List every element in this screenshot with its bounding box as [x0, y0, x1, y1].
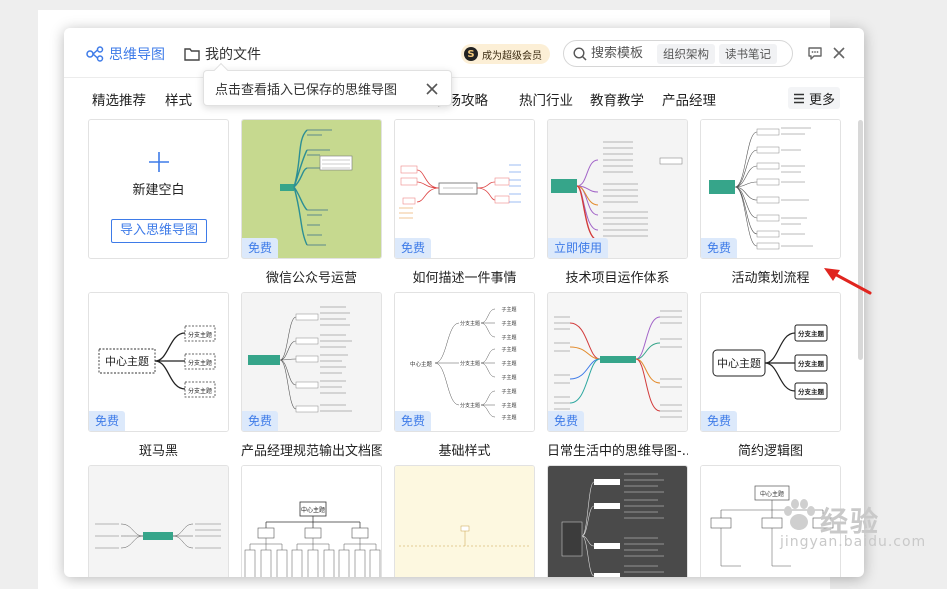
free-badge: 免费	[242, 238, 279, 258]
vip-badge-icon: S	[464, 47, 478, 61]
more-label: 更多	[808, 92, 835, 108]
template-card-zebra[interactable]: 中心主题 分支主题 分支主题 分支主题 免费	[88, 292, 229, 432]
thumb-sub-topic: 子主题	[501, 414, 516, 421]
category-industry[interactable]: 热门行业	[519, 89, 573, 109]
thumb-branch-topic: 分支主题	[188, 331, 212, 339]
template-title-simple-logic: 简约逻辑图	[737, 444, 803, 459]
template-card-row3-1[interactable]	[88, 465, 229, 577]
template-card-row3-2[interactable]: 中心主题	[241, 465, 382, 577]
watermark-url: jingyan.baidu.com	[780, 534, 927, 550]
paw-icon	[784, 499, 815, 530]
search-tag-reading[interactable]: 读书笔记	[719, 43, 777, 64]
thumb-sub-topic: 子主题	[501, 374, 516, 381]
thumb-sub-topic: 子主题	[501, 320, 516, 327]
thumbnail-row3-3	[395, 466, 534, 577]
template-card-describe[interactable]: 免费	[394, 119, 535, 259]
thumb-branch-topic: 分支主题	[460, 320, 480, 327]
template-card-simple-logic[interactable]: 中心主题 分支主题 分支主题 分支主题 免费	[700, 292, 841, 432]
tab-myfiles-label: 我的文件	[205, 47, 261, 63]
feedback-icon[interactable]	[806, 44, 824, 62]
tab-myfiles[interactable]: 我的文件	[184, 44, 261, 64]
template-title-tech-project: 技术项目运作体系	[565, 271, 670, 286]
new-blank-card[interactable]: 新建空白 导入思维导图	[88, 119, 229, 259]
mindmap-icon	[86, 46, 104, 62]
plus-icon	[149, 152, 169, 172]
template-title-basic: 基础样式	[438, 444, 491, 459]
free-badge: 免费	[548, 411, 585, 431]
search-box[interactable]: 组织架构 读书笔记	[563, 40, 793, 67]
template-title-describe: 如何描述一件事情	[412, 271, 517, 286]
tooltip-close-icon[interactable]	[425, 82, 439, 96]
thumb-branch-topic: 分支主题	[188, 359, 212, 367]
thumbnail-row3-1	[89, 466, 228, 577]
template-grid: 新建空白 导入思维导图 免费 免费 立即使用 免费 微信公众号运营 如何描述一件…	[88, 119, 848, 577]
free-badge: 免费	[395, 411, 432, 431]
thumb-branch-topic: 分支主题	[188, 387, 212, 395]
import-mindmap-button[interactable]: 导入思维导图	[111, 219, 207, 243]
template-card-wechat[interactable]: 免费	[241, 119, 382, 259]
tab-mindmap[interactable]: 思维导图	[86, 44, 165, 64]
template-card-event-planning[interactable]: 免费	[700, 119, 841, 259]
mindmap-template-dialog: 思维导图 我的文件 S 成为超级会员 组织架构 读书笔记	[64, 28, 864, 577]
annotation-arrow-icon	[824, 268, 872, 295]
template-card-pm-doc[interactable]: 免费	[241, 292, 382, 432]
thumb-branch-topic: 分支主题	[798, 359, 825, 368]
template-card-row3-3[interactable]	[394, 465, 535, 577]
vip-label: 成为超级会员	[482, 50, 542, 62]
template-card-basic[interactable]: 中心主题 分支主题 分支主题 分支主题 子主题 子主题 子主题 子主题 子主题	[394, 292, 535, 432]
use-now-badge: 立即使用	[548, 238, 609, 258]
category-style[interactable]: 样式	[165, 89, 192, 109]
category-bar: 精选推荐 样式 职场攻略 热门行业 教育教学 产品经理 更多	[64, 78, 864, 118]
thumb-sub-topic: 子主题	[501, 306, 516, 313]
dialog-header: 思维导图 我的文件 S 成为超级会员 组织架构 读书笔记	[64, 28, 864, 78]
new-blank-label: 新建空白	[132, 183, 185, 198]
free-badge: 免费	[701, 411, 738, 431]
thumb-branch-topic: 分支主题	[460, 360, 480, 367]
template-title-wechat: 微信公众号运营	[265, 271, 357, 286]
free-badge: 免费	[242, 411, 279, 431]
search-icon	[573, 46, 587, 61]
close-icon[interactable]	[830, 44, 848, 62]
category-education[interactable]: 教育教学	[590, 89, 644, 109]
thumb-sub-topic: 子主题	[501, 402, 516, 409]
thumb-center-topic: 中心主题	[410, 360, 433, 368]
thumb-branch-topic: 分支主题	[460, 402, 480, 409]
search-input[interactable]	[591, 46, 653, 61]
thumb-sub-topic: 子主题	[501, 388, 516, 395]
more-button[interactable]: 更多	[788, 87, 840, 109]
category-product-manager[interactable]: 产品经理	[662, 89, 716, 109]
thumb-center-topic: 中心主题	[301, 506, 325, 514]
baidu-jingyan-watermark: 经验 jingyan.baidu.com	[780, 498, 925, 560]
template-card-daily-life[interactable]: 免费	[547, 292, 688, 432]
thumb-center-topic: 中心主题	[717, 357, 761, 370]
thumbnail-row3-2: 中心主题	[242, 466, 381, 577]
template-title-zebra: 斑马黑	[138, 444, 178, 459]
menu-icon	[793, 93, 804, 103]
template-title-pm-doc: 产品经理规范输出文档图	[241, 444, 382, 459]
tooltip-text: 点击查看插入已保存的思维导图	[215, 82, 398, 98]
search-tag-org[interactable]: 组织架构	[657, 43, 715, 64]
template-title-daily-life: 日常生活中的思维导图-...	[547, 444, 688, 459]
saved-mindmap-tooltip: 点击查看插入已保存的思维导图	[203, 62, 452, 106]
thumb-branch-topic: 分支主题	[798, 387, 825, 396]
thumb-sub-topic: 子主题	[501, 360, 516, 367]
thumbnail-row3-4	[548, 466, 687, 577]
free-badge: 免费	[89, 411, 126, 431]
thumb-branch-topic: 分支主题	[798, 329, 825, 338]
category-featured[interactable]: 精选推荐	[92, 89, 146, 109]
thumb-center-topic: 中心主题	[760, 490, 784, 498]
grid-scrollbar[interactable]	[858, 120, 863, 360]
thumb-sub-topic: 子主题	[501, 346, 516, 353]
free-badge: 免费	[701, 238, 738, 258]
tab-mindmap-label: 思维导图	[109, 47, 165, 63]
template-card-tech-project[interactable]: 立即使用	[547, 119, 688, 259]
vip-button[interactable]: S 成为超级会员	[461, 44, 550, 64]
free-badge: 免费	[395, 238, 432, 258]
thumb-center-topic: 中心主题	[105, 355, 149, 368]
thumb-sub-topic: 子主题	[501, 334, 516, 341]
template-card-row3-4[interactable]	[547, 465, 688, 577]
folder-icon	[184, 48, 200, 61]
